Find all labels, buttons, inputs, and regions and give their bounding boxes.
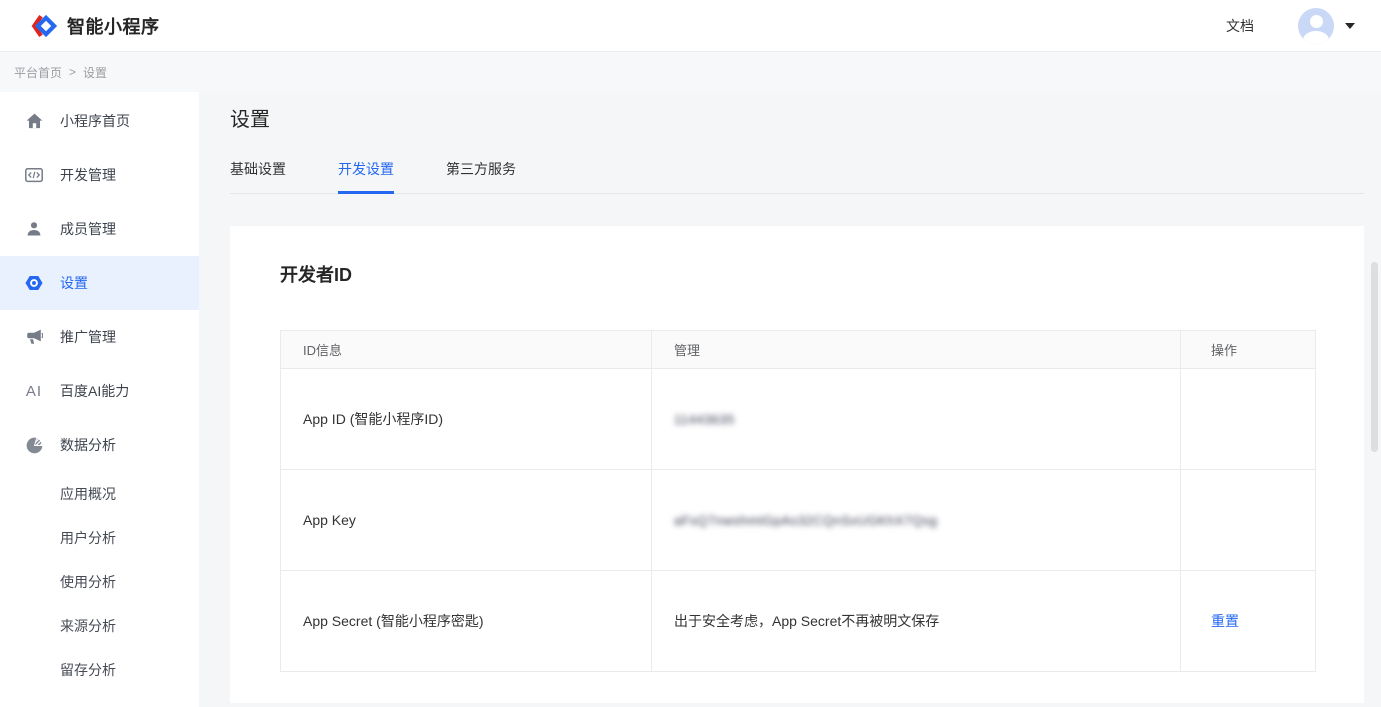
sidebar-item-retention-analysis[interactable]: 留存分析: [0, 648, 199, 692]
app-key-value-masked: aFsQ7nwshmtGpAs32CQnSxUGKhX7Qsg: [674, 513, 937, 528]
settings-tabs: 基础设置 开发设置 第三方服务: [230, 159, 1364, 194]
table-header-row: ID信息 管理 操作: [281, 331, 1316, 369]
main-content: 设置 基础设置 开发设置 第三方服务 开发者ID ID信息 管理 操作: [199, 92, 1381, 707]
row-action-empty: [1181, 470, 1316, 571]
sidebar-item-label: 留存分析: [60, 660, 116, 680]
table-row-app-key: App Key aFsQ7nwshmtGpAs32CQnSxUGKhX7Qsg: [281, 470, 1316, 571]
tab-basic-settings[interactable]: 基础设置: [230, 159, 286, 194]
megaphone-icon: [25, 328, 43, 346]
sidebar: 小程序首页 开发管理 成员管理: [0, 92, 199, 707]
docs-link[interactable]: 文档: [1226, 16, 1254, 36]
sidebar-item-dev-management[interactable]: 开发管理: [0, 148, 199, 202]
card-heading: 开发者ID: [280, 262, 1316, 288]
sidebar-item-baidu-ai[interactable]: AI 百度AI能力: [0, 364, 199, 418]
app-logo[interactable]: 智能小程序: [28, 13, 160, 39]
sidebar-item-usage-analysis[interactable]: 使用分析: [0, 560, 199, 604]
vertical-scrollbar[interactable]: [1371, 262, 1378, 452]
sidebar-item-label: 数据分析: [60, 435, 116, 455]
page-title: 设置: [230, 106, 1364, 134]
row-label: App ID (智能小程序ID): [281, 369, 652, 470]
member-icon: [25, 220, 43, 238]
sidebar-item-label: 设置: [60, 273, 88, 293]
developer-id-table: ID信息 管理 操作 App ID (智能小程序ID) 11443635 App…: [280, 330, 1316, 672]
sidebar-item-label: 来源分析: [60, 616, 116, 636]
breadcrumb-home[interactable]: 平台首页: [14, 64, 62, 81]
sidebar-item-data-analysis[interactable]: 数据分析: [0, 418, 199, 472]
sidebar-item-promotion[interactable]: 推广管理: [0, 310, 199, 364]
breadcrumb: 平台首页 > 设置: [0, 52, 1381, 92]
sidebar-item-label: 用户分析: [60, 528, 116, 548]
smart-program-logo-icon: [28, 13, 67, 39]
table-row-app-id: App ID (智能小程序ID) 11443635: [281, 369, 1316, 470]
ai-icon: AI: [25, 382, 43, 400]
top-header: 智能小程序 文档: [0, 0, 1381, 52]
tab-dev-settings[interactable]: 开发设置: [338, 159, 394, 194]
developer-id-card: 开发者ID ID信息 管理 操作 App ID (智能小程序ID) 114436…: [230, 226, 1364, 703]
row-label: App Secret (智能小程序密匙): [281, 571, 652, 672]
sidebar-item-label: 推广管理: [60, 327, 116, 347]
code-icon: [25, 166, 43, 184]
sidebar-item-user-analysis[interactable]: 用户分析: [0, 516, 199, 560]
sidebar-item-label: 应用概况: [60, 484, 116, 504]
sidebar-item-app-overview[interactable]: 应用概况: [0, 472, 199, 516]
sidebar-item-home[interactable]: 小程序首页: [0, 94, 199, 148]
sidebar-item-label: 使用分析: [60, 572, 116, 592]
settings-icon: [25, 274, 43, 292]
breadcrumb-current: 设置: [83, 64, 107, 81]
reset-link[interactable]: 重置: [1211, 613, 1239, 629]
app-id-value-masked: 11443635: [674, 412, 735, 427]
home-icon: [25, 112, 43, 130]
sidebar-item-settings[interactable]: 设置: [0, 256, 199, 310]
sidebar-item-source-analysis[interactable]: 来源分析: [0, 604, 199, 648]
row-label: App Key: [281, 470, 652, 571]
sidebar-item-label: 开发管理: [60, 165, 116, 185]
tab-third-party-services[interactable]: 第三方服务: [446, 159, 516, 194]
sidebar-item-member-management[interactable]: 成员管理: [0, 202, 199, 256]
chevron-down-icon[interactable]: [1345, 23, 1355, 29]
breadcrumb-separator: >: [69, 65, 76, 79]
column-header-actions: 操作: [1181, 331, 1316, 369]
column-header-id-info: ID信息: [281, 331, 652, 369]
sidebar-item-label: 百度AI能力: [60, 381, 129, 401]
sidebar-item-label: 成员管理: [60, 219, 116, 239]
column-header-management: 管理: [652, 331, 1181, 369]
app-title: 智能小程序: [67, 13, 160, 39]
row-action-empty: [1181, 369, 1316, 470]
pie-chart-icon: [25, 436, 43, 454]
app-secret-note: 出于安全考虑，App Secret不再被明文保存: [652, 571, 1181, 672]
avatar[interactable]: [1298, 8, 1334, 44]
sidebar-item-label: 小程序首页: [60, 111, 130, 131]
table-row-app-secret: App Secret (智能小程序密匙) 出于安全考虑，App Secret不再…: [281, 571, 1316, 672]
